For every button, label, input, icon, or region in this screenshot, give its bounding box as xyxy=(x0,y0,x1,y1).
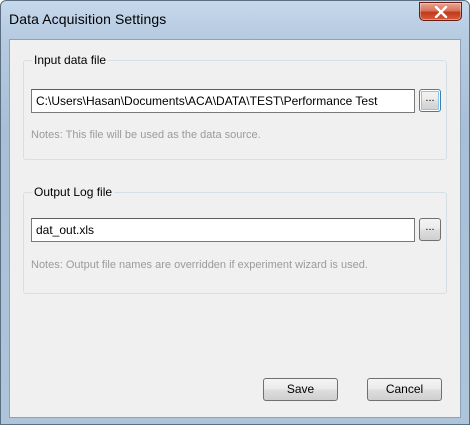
input-file-path-field[interactable]: C:\Users\Hasan\Documents\ACA\DATA\TEST\P… xyxy=(31,89,415,113)
output-log-file-group: Output Log file dat_out.xls ... Notes: O… xyxy=(23,185,447,294)
input-file-note: Notes: This file will be used as the dat… xyxy=(31,129,261,141)
close-button[interactable] xyxy=(419,2,462,21)
output-file-note: Notes: Output file names are overridden … xyxy=(31,259,368,271)
output-file-field[interactable]: dat_out.xls xyxy=(31,218,415,242)
dialog-client-area: Input data file C:\Users\Hasan\Documents… xyxy=(9,39,461,418)
cancel-button[interactable]: Cancel xyxy=(367,378,442,401)
dialog-window: Data Acquisition Settings Input data fil… xyxy=(0,0,470,425)
input-data-file-group: Input data file C:\Users\Hasan\Documents… xyxy=(23,53,447,160)
title-bar[interactable]: Data Acquisition Settings xyxy=(1,1,469,35)
close-icon xyxy=(434,6,448,18)
input-group-legend: Input data file xyxy=(32,53,109,67)
output-browse-button[interactable]: ... xyxy=(419,218,441,241)
save-button[interactable]: Save xyxy=(263,378,338,401)
input-browse-button[interactable]: ... xyxy=(419,89,441,112)
output-group-legend: Output Log file xyxy=(32,185,115,199)
window-title: Data Acquisition Settings xyxy=(9,11,167,27)
